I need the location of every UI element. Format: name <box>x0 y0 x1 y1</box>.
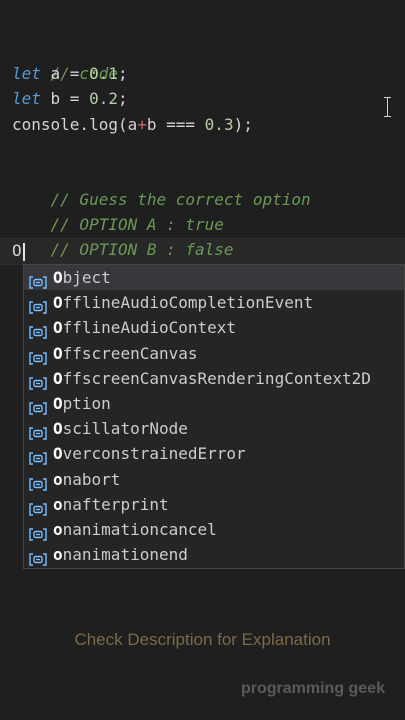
suggestion-item[interactable]: OverconstrainedError <box>24 441 404 466</box>
variable-icon <box>29 296 47 314</box>
text-cursor <box>22 242 25 261</box>
suggestion-label: OscillatorNode <box>53 419 188 439</box>
code-line-7: // OPTION A : true <box>12 187 224 234</box>
code-text: ; <box>117 89 128 108</box>
code-text: b = <box>40 89 90 108</box>
caption-text: Check Description for Explanation <box>74 630 331 649</box>
keyword-let: let <box>12 64 41 83</box>
suggestion-label: onanimationend <box>53 545 188 565</box>
variable-icon <box>29 548 47 566</box>
code-text: ); <box>233 115 253 134</box>
suggestion-item[interactable]: onabort <box>24 467 404 492</box>
variable-icon <box>29 372 47 390</box>
suggestion-label: onafterprint <box>53 494 169 514</box>
suggestion-item[interactable]: Option <box>24 391 404 416</box>
code-line-3: let b = 0.2; <box>12 86 128 111</box>
suggestion-label: Option <box>53 394 111 413</box>
code-line-4: console.log(a+b === 0.3); <box>12 112 253 137</box>
suggestion-widget[interactable]: Object OfflineAudioCompletionEvent Offline… <box>23 264 405 569</box>
variable-icon <box>29 447 47 466</box>
suggestion-label: OffscreenCanvasRenderingContext2D <box>53 368 371 388</box>
code-line-2: let a = 0.1; <box>12 61 128 86</box>
variable-icon <box>29 422 47 440</box>
suggestion-item[interactable]: Object <box>24 265 404 290</box>
code-line-6: // Guess the correct option <box>12 162 311 209</box>
variable-icon <box>29 473 47 491</box>
suggestion-item[interactable]: OffscreenCanvasRenderingContext2D <box>24 366 404 391</box>
operator-plus: + <box>137 115 147 134</box>
variable-icon <box>29 321 47 340</box>
suggestion-item[interactable]: onanimationcancel <box>24 517 404 542</box>
watermark: programming geek <box>240 680 385 697</box>
suggestion-item[interactable]: onanimationend <box>24 542 404 567</box>
number-literal: 0.1 <box>89 64 118 83</box>
typed-text: O <box>12 241 22 260</box>
code-editor[interactable]: // code let a = 0.1; let b = 0.2; consol… <box>0 0 405 720</box>
suggestion-label: onanimationcancel <box>53 520 217 539</box>
code-text: console.log(a <box>12 115 138 134</box>
suggestion-label: Object <box>53 268 111 287</box>
suggestion-label: OffscreenCanvas <box>53 343 198 363</box>
suggestion-item[interactable]: OffscreenCanvas <box>24 341 404 366</box>
keyword-let: let <box>12 89 41 108</box>
code-line-9[interactable]: O <box>12 238 25 263</box>
suggestion-label: onabort <box>53 469 121 489</box>
number-literal: 0.2 <box>89 89 118 108</box>
variable-icon <box>29 271 47 289</box>
suggestion-item[interactable]: OfflineAudioContext <box>24 315 404 340</box>
suggestion-label: OfflineAudioCompletionEvent <box>53 293 314 313</box>
variable-icon <box>29 523 47 541</box>
comment-option-b: // OPTION B : false <box>50 240 234 259</box>
variable-icon <box>29 397 47 415</box>
suggestion-label: OverconstrainedError <box>53 444 246 464</box>
variable-icon <box>29 498 47 516</box>
code-text: b === <box>146 115 205 134</box>
variable-icon <box>29 347 47 365</box>
mouse-ibeam-icon <box>383 97 392 117</box>
number-literal: 0.3 <box>204 115 234 134</box>
code-text: ; <box>117 64 128 83</box>
code-line-1: // code <box>12 36 118 83</box>
suggestion-label: OfflineAudioContext <box>53 318 237 338</box>
suggestion-item[interactable]: OfflineAudioCompletionEvent <box>24 290 404 315</box>
suggestion-item[interactable]: OscillatorNode <box>24 416 404 441</box>
code-line-8: // OPTION B : false <box>12 212 234 259</box>
code-text: a = <box>40 64 90 83</box>
suggestion-item[interactable]: onafterprint <box>24 492 404 517</box>
